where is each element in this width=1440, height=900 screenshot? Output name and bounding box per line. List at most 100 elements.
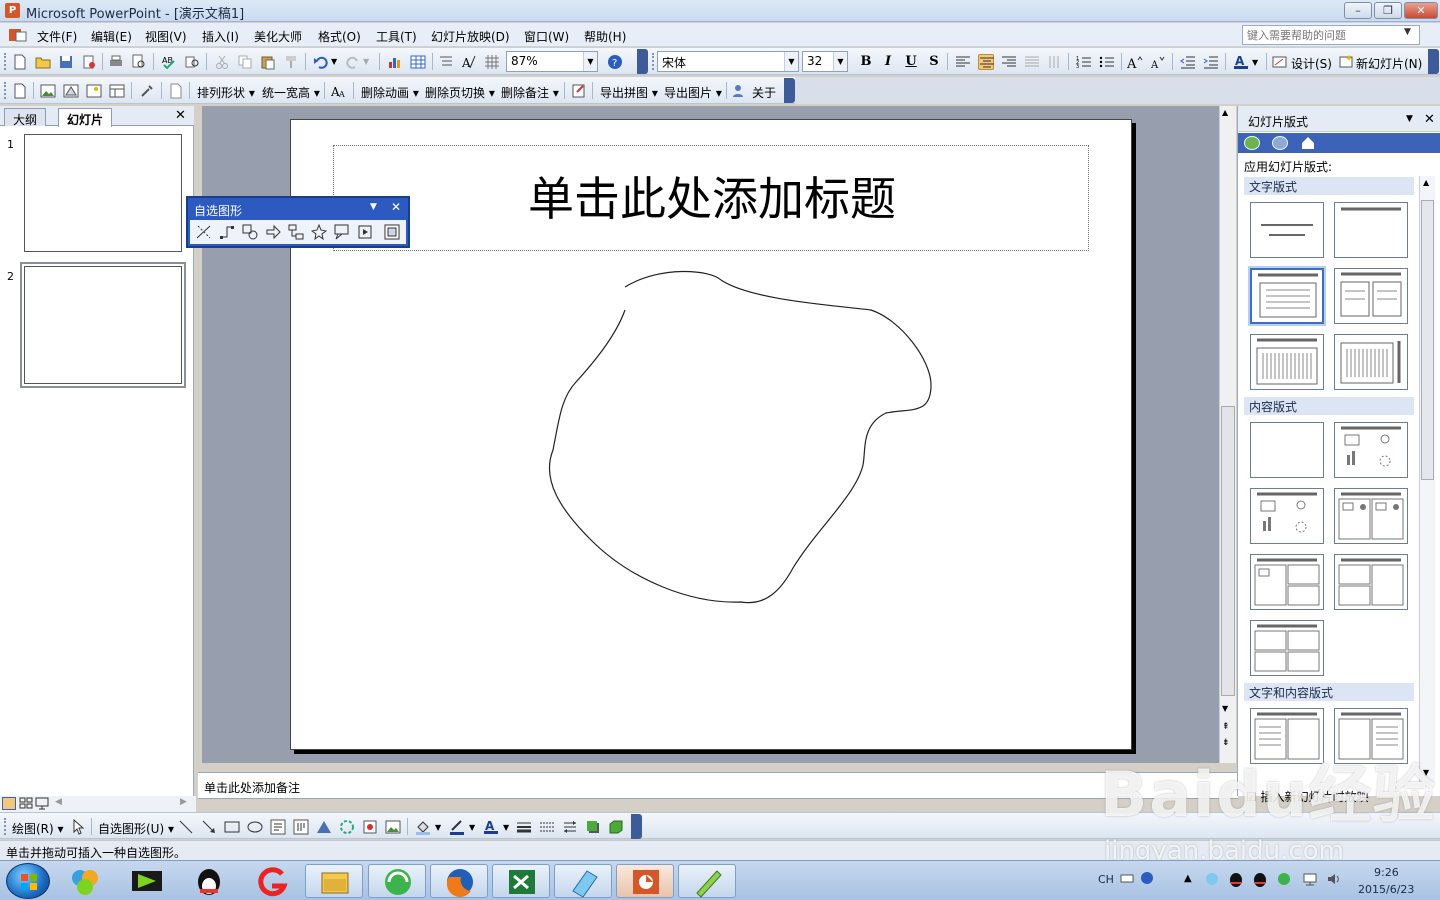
normal-view-icon[interactable]	[2, 797, 16, 810]
qq-tray-icon[interactable]	[1228, 871, 1244, 887]
stars-banners-icon[interactable]	[311, 224, 327, 240]
user-icon[interactable]	[732, 83, 748, 99]
layout-icon[interactable]	[109, 83, 125, 99]
show-hidden-icons[interactable]: ▲	[1184, 873, 1192, 884]
italic-button[interactable]: I	[878, 52, 898, 72]
tray-app-icon[interactable]	[1204, 871, 1220, 887]
app-icon-colorful[interactable]	[56, 864, 114, 898]
chevron-down-icon[interactable]: ▼	[1404, 27, 1411, 37]
grid-icon[interactable]	[484, 54, 500, 70]
toolbar-options-icon[interactable]	[784, 78, 795, 103]
save-icon[interactable]	[58, 54, 74, 70]
decrease-font-icon[interactable]: A	[1150, 54, 1166, 70]
font-select[interactable]: 宋体 ▼	[657, 51, 799, 72]
arrange-shapes-button[interactable]: 排列形状 ▾	[197, 84, 255, 101]
toolbar-grip[interactable]	[4, 818, 7, 835]
menu-view[interactable]: 视图(V)	[145, 28, 187, 45]
layout-content[interactable]	[1250, 488, 1324, 544]
explorer-icon[interactable]	[305, 864, 363, 898]
menu-tools[interactable]: 工具(T)	[376, 28, 417, 45]
chevron-down-icon[interactable]: ▼	[583, 52, 597, 71]
print-preview-icon[interactable]	[131, 54, 147, 70]
layout-blank[interactable]	[1250, 422, 1324, 478]
drawing-app-icon[interactable]	[678, 864, 736, 898]
slideshow-view-icon[interactable]	[35, 797, 49, 810]
slide-sorter-view-icon[interactable]	[19, 797, 33, 810]
new-slide-button[interactable]: 新幻灯片(N)	[1356, 55, 1422, 72]
slide-vertical-scrollbar[interactable]: ▲ ▼ ⇞ ⇟	[1219, 106, 1236, 763]
layout-vertical-text[interactable]	[1250, 334, 1324, 390]
section-text-content-layouts[interactable]: 文字和内容版式	[1244, 683, 1414, 701]
scroll-left-icon[interactable]: ◀	[55, 797, 62, 807]
increase-indent-icon[interactable]	[1203, 54, 1219, 70]
firefox-icon[interactable]	[430, 864, 488, 898]
document-icon[interactable]	[168, 83, 184, 99]
vertical-textbox-icon[interactable]	[293, 819, 309, 835]
toolbar-grip[interactable]	[652, 53, 655, 70]
scroll-right-icon[interactable]: ▶	[180, 797, 187, 807]
layout-title-only[interactable]	[1334, 202, 1408, 258]
fill-color-icon[interactable]	[415, 819, 431, 835]
tab-slides[interactable]: 幻灯片	[58, 108, 113, 127]
current-slide[interactable]: 单击此处添加标题	[290, 119, 1132, 750]
paste-icon[interactable]	[260, 54, 276, 70]
start-button[interactable]	[6, 863, 50, 899]
section-content-layouts[interactable]: 内容版式	[1244, 397, 1414, 415]
layout-title-two-content-content[interactable]	[1334, 554, 1408, 610]
close-button[interactable]: ✕	[1404, 2, 1438, 19]
lines-icon[interactable]	[196, 224, 212, 240]
delete-transition-button[interactable]: 删除页切换 ▾	[425, 84, 495, 101]
align-left-icon[interactable]	[955, 54, 971, 70]
close-icon[interactable]: ✕	[1424, 112, 1435, 127]
scroll-down-icon[interactable]: ▼	[1222, 704, 1228, 713]
new-slide-icon[interactable]	[1338, 54, 1354, 70]
freeform-shape[interactable]	[291, 120, 1133, 751]
toolbar-grip[interactable]	[4, 53, 7, 70]
about-button[interactable]: 关于	[752, 84, 776, 101]
document-menu-icon[interactable]	[8, 27, 28, 43]
close-icon[interactable]: ✕	[391, 200, 401, 214]
zoom-select[interactable]: 87% ▼	[506, 51, 598, 72]
align-center-icon[interactable]	[978, 54, 994, 70]
picture-icon[interactable]	[40, 83, 56, 99]
forward-icon[interactable]	[1272, 136, 1288, 150]
redo-icon[interactable]	[345, 54, 361, 70]
toolbar-options-icon[interactable]	[1428, 49, 1439, 74]
distribute-icon[interactable]	[1024, 54, 1040, 70]
scroll-up-icon[interactable]: ▲	[1423, 178, 1429, 187]
toolbar-grip[interactable]	[4, 82, 7, 99]
expand-all-icon[interactable]	[438, 54, 454, 70]
clock-time[interactable]: 9:26	[1374, 866, 1399, 879]
layout-title-two-content[interactable]	[1334, 488, 1408, 544]
font-color-icon[interactable]: A	[1233, 54, 1249, 70]
chevron-down-icon[interactable]: ▼	[784, 52, 798, 71]
cut-icon[interactable]	[214, 54, 230, 70]
keyboard-icon[interactable]	[1120, 871, 1134, 885]
tools-icon[interactable]	[139, 83, 155, 99]
layout-title-content-two-content[interactable]	[1250, 554, 1324, 610]
chevron-down-icon[interactable]: ▼	[1252, 58, 1258, 67]
excel-icon[interactable]	[492, 864, 550, 898]
chevron-down-icon[interactable]: ▼	[331, 57, 337, 66]
qq-icon[interactable]	[180, 864, 238, 898]
section-text-layouts[interactable]: 文字版式	[1244, 177, 1414, 195]
export-icon[interactable]	[571, 83, 587, 99]
scroll-up-icon[interactable]: ▲	[1222, 108, 1228, 117]
diagram-icon[interactable]	[339, 819, 355, 835]
insert-chart-icon[interactable]	[387, 54, 403, 70]
permission-icon[interactable]	[81, 54, 97, 70]
3d-style-icon[interactable]	[608, 819, 624, 835]
help-icon[interactable]: ?	[607, 54, 623, 70]
draw-font-color-icon[interactable]: A	[483, 819, 499, 835]
notepad-icon[interactable]	[554, 864, 612, 898]
menu-slideshow[interactable]: 幻灯片放映(D)	[431, 28, 510, 45]
autoshapes-menu-button[interactable]: 自选图形(U) ▾	[98, 820, 174, 837]
shape-icon[interactable]	[63, 83, 79, 99]
align-right-icon[interactable]	[1001, 54, 1017, 70]
layout-title-and-text[interactable]	[1250, 268, 1324, 324]
connectors-icon[interactable]	[219, 224, 235, 240]
menu-beautify[interactable]: 美化大师	[254, 28, 302, 45]
font-size-select[interactable]: 32 ▼	[802, 51, 848, 72]
format-painter-icon[interactable]	[283, 54, 299, 70]
export-collage-button[interactable]: 导出拼图 ▾	[600, 84, 658, 101]
